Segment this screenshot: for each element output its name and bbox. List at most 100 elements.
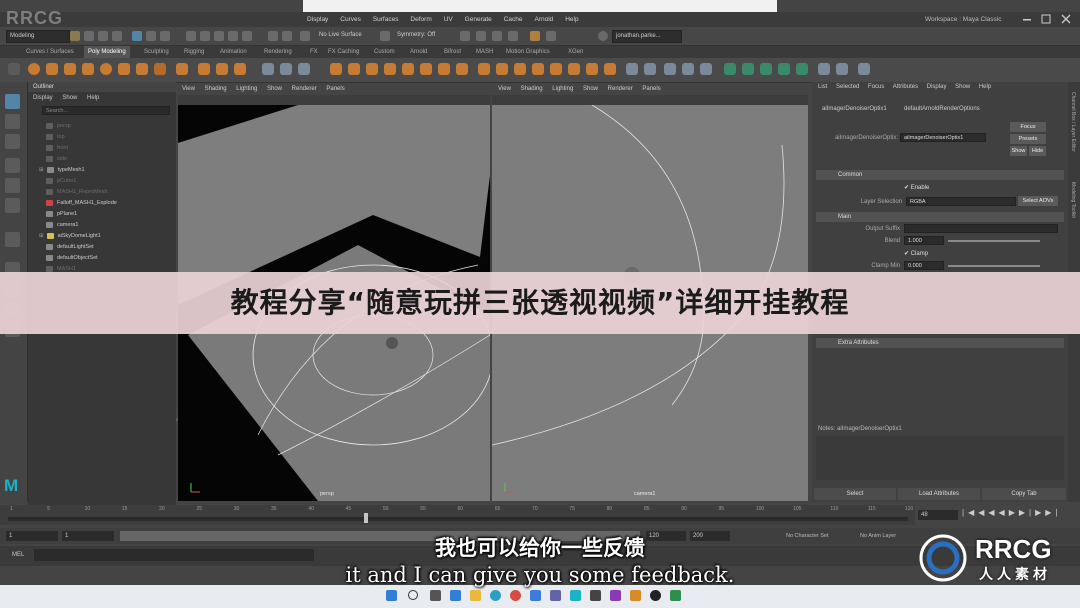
menu-surfaces[interactable]: Surfaces	[373, 12, 399, 27]
outliner-item[interactable]: pCube1	[46, 176, 76, 187]
menu-help[interactable]: Help	[565, 12, 578, 27]
app-icon[interactable]	[650, 590, 661, 601]
shelf-tab-fx[interactable]: FX	[306, 46, 322, 58]
current-frame-field[interactable]: 48	[918, 510, 958, 520]
playhead[interactable]	[364, 513, 368, 523]
rotate-tool-icon[interactable]	[5, 178, 20, 193]
outliner-menu-show[interactable]: Show	[62, 95, 77, 101]
app-icon[interactable]	[630, 590, 641, 601]
teams-icon[interactable]	[550, 590, 561, 601]
ae-menu-list[interactable]: List	[818, 84, 827, 90]
shelf-tab-sculpting[interactable]: Sculpting	[140, 46, 173, 58]
ae-menu-focus[interactable]: Focus	[868, 84, 884, 90]
ae-section-extra[interactable]: Extra Attributes	[816, 338, 1064, 348]
settings-icon[interactable]	[8, 63, 20, 75]
ae-menu-selected[interactable]: Selected	[836, 84, 859, 90]
vp-menu-shading[interactable]: Shading	[205, 86, 227, 92]
vp-menu-lighting[interactable]: Lighting	[552, 86, 573, 92]
torus-icon[interactable]	[100, 63, 112, 75]
shelf-tab-arnold[interactable]: Arnold	[406, 46, 431, 58]
clamp-min-slider[interactable]	[948, 265, 1040, 267]
ae-tab-render-options[interactable]: defaultArnoldRenderOptions	[904, 106, 980, 112]
outliner-item[interactable]: side	[46, 154, 67, 165]
ae-section-main[interactable]: Main	[816, 212, 1064, 222]
vp-menu-panels[interactable]: Panels	[326, 86, 344, 92]
app-icon[interactable]	[670, 590, 681, 601]
store-icon[interactable]	[530, 590, 541, 601]
windows-start-icon[interactable]	[386, 590, 397, 601]
outliner-item[interactable]: camera1	[46, 220, 78, 231]
user-dropdown[interactable]: jonathan.parke...	[612, 30, 682, 43]
outliner-item[interactable]: ⊞ typeMesh1	[39, 165, 85, 176]
ae-copy-tab-button[interactable]: Copy Tab	[982, 488, 1066, 500]
menu-cache[interactable]: Cache	[504, 12, 523, 27]
bridge-icon[interactable]	[366, 63, 378, 75]
shelf-tab-animation[interactable]: Animation	[216, 46, 251, 58]
task-view-icon[interactable]	[430, 590, 441, 601]
snap-grid-icon[interactable]	[186, 31, 196, 41]
sphere-icon[interactable]	[28, 63, 40, 75]
shelf-tab-curves-surfaces[interactable]: Curves / Surfaces	[22, 46, 78, 58]
outliner-menu-help[interactable]: Help	[87, 95, 99, 101]
offset-loop-icon[interactable]	[550, 63, 562, 75]
presets-button[interactable]: Presets	[1010, 134, 1046, 144]
ae-menu-help[interactable]: Help	[979, 84, 991, 90]
paint-select-icon[interactable]	[5, 134, 20, 149]
enable-checkbox[interactable]: ✔ Enable	[904, 184, 929, 191]
boolean-icon[interactable]	[330, 63, 342, 75]
insert-loop-icon[interactable]	[532, 63, 544, 75]
render-view-icon[interactable]	[476, 31, 486, 41]
outliner-item[interactable]: front	[46, 143, 68, 154]
ae-notes-field[interactable]	[816, 436, 1064, 480]
snap-surface-icon[interactable]	[242, 31, 252, 41]
planar-uv-icon[interactable]	[682, 63, 694, 75]
move-tool-icon[interactable]	[5, 158, 20, 173]
layer-selection-field[interactable]: RGBA	[906, 197, 1016, 206]
menu-generate[interactable]: Generate	[465, 12, 492, 27]
combine-icon[interactable]	[262, 63, 274, 75]
vp-menu-lighting[interactable]: Lighting	[236, 86, 257, 92]
symmetry-dropdown[interactable]: Symmetry: Off	[394, 30, 452, 41]
auto-uv-icon[interactable]	[700, 63, 712, 75]
clamp-checkbox[interactable]: ✔ Clamp	[904, 250, 928, 257]
ae-load-attributes-button[interactable]: Load Attributes	[898, 488, 980, 500]
folder-icon[interactable]	[70, 31, 80, 41]
shelf-tab-rendering[interactable]: Rendering	[260, 46, 296, 58]
vp-menu-panels[interactable]: Panels	[642, 86, 660, 92]
platonic-icon[interactable]	[154, 63, 166, 75]
vp-menu-show[interactable]: Show	[267, 86, 282, 92]
modeling-toolkit-tab[interactable]: Modeling Toolkit	[1070, 182, 1076, 218]
menu-uv[interactable]: UV	[444, 12, 453, 27]
search-icon[interactable]	[408, 590, 418, 600]
outliner-item[interactable]: defaultLightSet	[46, 242, 94, 253]
ipr-icon[interactable]	[492, 31, 502, 41]
redo-icon[interactable]	[112, 31, 122, 41]
svg-icon[interactable]	[234, 63, 246, 75]
shelf-tab-rigging[interactable]: Rigging	[180, 46, 208, 58]
smooth-icon[interactable]	[298, 63, 310, 75]
ae-menu-attributes[interactable]: Attributes	[893, 84, 918, 90]
shelf-tab-mash[interactable]: MASH	[472, 46, 497, 58]
cylinder-icon[interactable]	[64, 63, 76, 75]
quad-draw-icon[interactable]	[514, 63, 526, 75]
pinch-icon[interactable]	[796, 63, 808, 75]
grab-icon[interactable]	[778, 63, 790, 75]
vp-menu-view[interactable]: View	[498, 86, 511, 92]
workspace-label[interactable]: Workspace : Maya Classic	[925, 12, 1001, 27]
channel-box-tab[interactable]: Channel Box / Layer Editor	[1070, 92, 1076, 152]
sign-in-icon[interactable]	[598, 31, 608, 41]
pipe-icon[interactable]	[176, 63, 188, 75]
connect-icon[interactable]	[496, 63, 508, 75]
expand-icon[interactable]: ⊞	[39, 167, 44, 173]
outliner-item[interactable]: Falloff_MASH1_Explode	[46, 198, 117, 209]
vp-menu-view[interactable]: View	[182, 86, 195, 92]
ae-tab-denoiser[interactable]: aiImagerDenoiserOptix1	[822, 106, 887, 112]
scale-tool-icon[interactable]	[5, 198, 20, 213]
shelf-tab-xgen[interactable]: XGen	[564, 46, 587, 58]
select-aovs-button[interactable]: Select AOVs	[1018, 196, 1058, 206]
outliner-item[interactable]: ⊞ aiSkyDomeLight1	[39, 231, 101, 242]
shelf-tab-bifrost[interactable]: Bifrost	[440, 46, 465, 58]
live-icon[interactable]	[300, 31, 310, 41]
menu-arnold[interactable]: Arnold	[534, 12, 553, 27]
hide-button[interactable]: Hide	[1029, 146, 1046, 156]
